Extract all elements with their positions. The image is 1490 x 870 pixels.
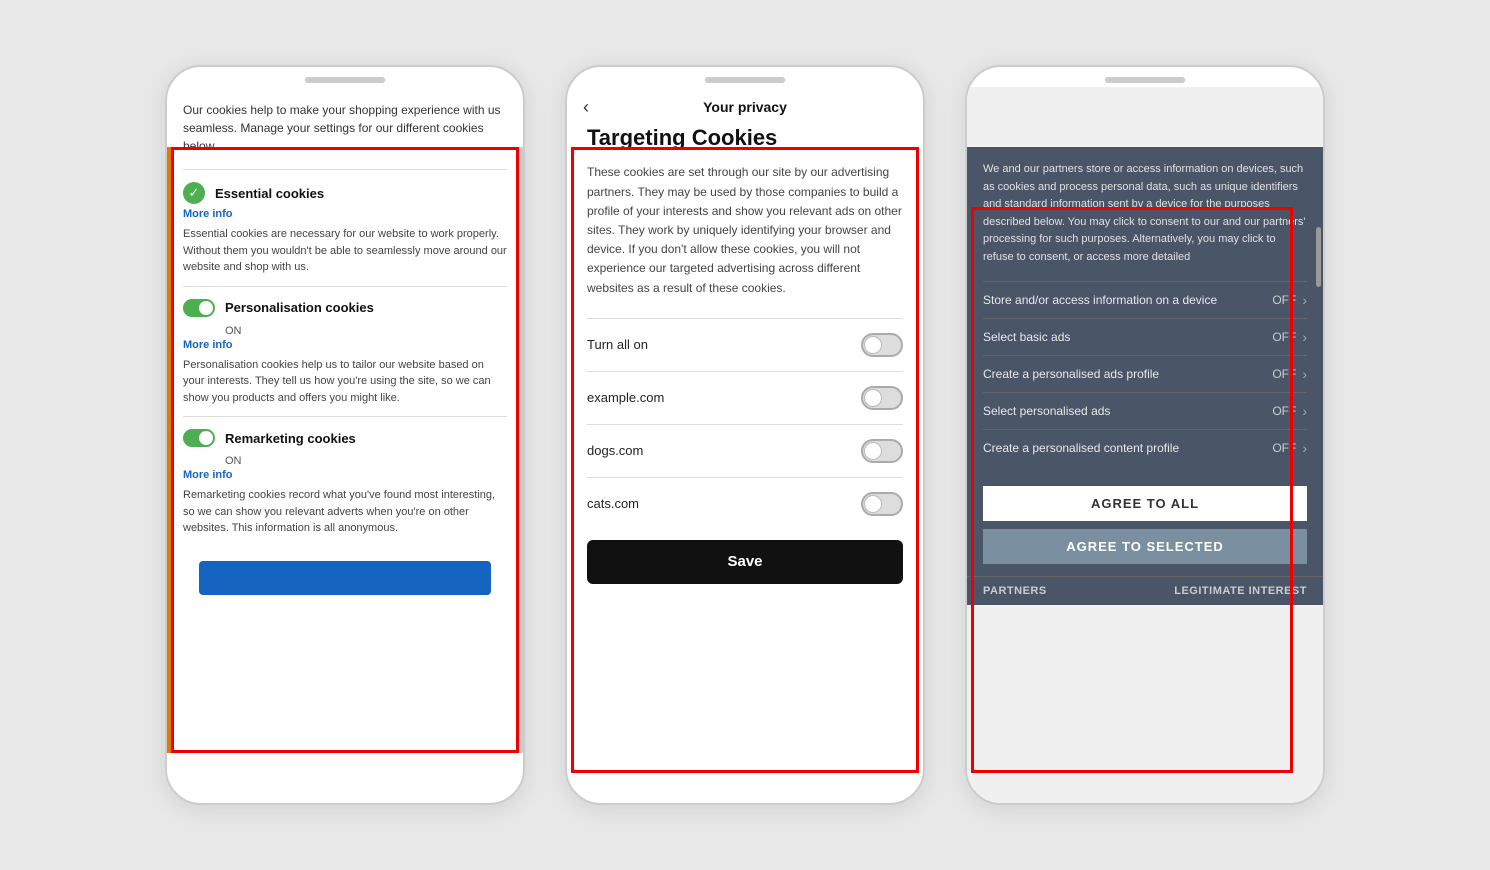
essential-more-info[interactable]: More info [183,208,507,220]
toggle-row-2: dogs.com [587,424,903,477]
pref-value-3: OFF [1272,404,1296,418]
remarketing-more-info[interactable]: More info [183,469,507,481]
phone-2-content: ‹ Your privacy Targeting Cookies These c… [567,87,923,803]
toggle-row-0: Turn all on [587,318,903,371]
personalisation-on-label: ON [225,325,242,337]
pref-row-4[interactable]: Create a personalised content profile OF… [983,429,1307,466]
phone-2-nav: ‹ Your privacy [567,87,923,121]
pref-value-4: OFF [1272,441,1296,455]
footer-partners[interactable]: PARTNERS [983,585,1047,597]
scrollbar-thumb [1316,227,1321,287]
pref-right-3: OFF › [1272,403,1307,419]
pref-right-1: OFF › [1272,329,1307,345]
pref-chevron-3: › [1302,403,1307,419]
pref-chevron-4: › [1302,440,1307,456]
targeting-title: Targeting Cookies [587,125,903,151]
pref-value-1: OFF [1272,330,1296,344]
remarketing-toggle[interactable] [183,429,215,447]
phone-2: ‹ Your privacy Targeting Cookies These c… [565,65,925,805]
phone-3-dark-panel: We and our partners store or access info… [967,147,1323,476]
remarketing-title: Remarketing cookies [225,431,356,446]
phone-1-intro: Our cookies help to make your shopping e… [183,101,507,155]
phone-2-nav-title: Your privacy [703,99,787,115]
dogs-com-label: dogs.com [587,443,643,458]
personalisation-toggle[interactable] [183,299,215,317]
pref-value-0: OFF [1272,293,1296,307]
phone-1-wrapper: Our cookies help to make your shopping e… [165,65,525,805]
phone-2-notch [705,77,785,83]
agree-all-button[interactable]: AGREE TO ALL [983,486,1307,521]
personalisation-section: Personalisation cookies ON More info Per… [183,286,507,417]
cats-com-toggle[interactable] [861,492,903,516]
phone-1-body: Our cookies help to make your shopping e… [167,87,523,611]
personalisation-more-info[interactable]: More info [183,339,507,351]
cats-com-label: cats.com [587,496,639,511]
targeting-desc: These cookies are set through our site b… [587,163,903,297]
phone-2-wrapper: ‹ Your privacy Targeting Cookies These c… [565,65,925,805]
pref-right-2: OFF › [1272,366,1307,382]
phone-3-notch [1105,77,1185,83]
phone-3-top-space [967,87,1323,147]
pref-label-1: Select basic ads [983,330,1272,344]
turn-all-on-toggle[interactable] [861,333,903,357]
personalisation-header: Personalisation cookies [183,299,507,317]
phone-1-content: Our cookies help to make your shopping e… [167,87,523,803]
essential-check-icon: ✓ [183,182,205,204]
remarketing-on-label: ON [225,455,242,467]
essential-desc: Essential cookies are necessary for our … [183,226,507,276]
example-com-toggle[interactable] [861,386,903,410]
pref-row-1[interactable]: Select basic ads OFF › [983,318,1307,355]
pref-row-2[interactable]: Create a personalised ads profile OFF › [983,355,1307,392]
dogs-com-toggle[interactable] [861,439,903,463]
agree-selected-button[interactable]: AGREE TO SELECTED [983,529,1307,564]
remarketing-section: Remarketing cookies ON More info Remarke… [183,416,507,547]
pref-label-2: Create a personalised ads profile [983,367,1272,381]
example-com-label: example.com [587,390,664,405]
back-button[interactable]: ‹ [583,97,589,118]
phone-2-body: Targeting Cookies These cookies are set … [567,121,923,803]
pref-row-0[interactable]: Store and/or access information on a dev… [983,281,1307,318]
phone-1-bottom-button[interactable] [199,561,491,595]
footer-legitimate-interest[interactable]: LEGITIMATE INTEREST [1174,585,1307,597]
pref-right-0: OFF › [1272,292,1307,308]
phone-1: Our cookies help to make your shopping e… [165,65,525,805]
turn-all-on-label: Turn all on [587,337,648,352]
toggle-row-1: example.com [587,371,903,424]
phone-1-notch [305,77,385,83]
pref-chevron-1: › [1302,329,1307,345]
phone-3-buttons: AGREE TO ALL AGREE TO SELECTED [967,476,1323,576]
phone-3-wrapper: We and our partners store or access info… [965,65,1325,805]
pref-right-4: OFF › [1272,440,1307,456]
remarketing-header: Remarketing cookies [183,429,507,447]
personalisation-title: Personalisation cookies [225,300,374,315]
pref-label-3: Select personalised ads [983,404,1272,418]
essential-section: ✓ Essential cookies More info Essential … [183,169,507,286]
phone-3-footer: PARTNERS LEGITIMATE INTEREST [967,576,1323,605]
phone-3-content: We and our partners store or access info… [967,87,1323,803]
essential-header: ✓ Essential cookies [183,182,507,204]
remarketing-desc: Remarketing cookies record what you've f… [183,487,507,537]
pref-label-4: Create a personalised content profile [983,441,1272,455]
pref-value-2: OFF [1272,367,1296,381]
phone-3: We and our partners store or access info… [965,65,1325,805]
pref-chevron-0: › [1302,292,1307,308]
pref-row-3[interactable]: Select personalised ads OFF › [983,392,1307,429]
save-button[interactable]: Save [587,540,903,584]
toggle-row-3: cats.com [587,477,903,530]
pref-chevron-2: › [1302,366,1307,382]
essential-title: Essential cookies [215,186,324,201]
phone-3-intro-text: We and our partners store or access info… [983,161,1307,267]
pref-label-0: Store and/or access information on a dev… [983,293,1272,307]
personalisation-desc: Personalisation cookies help us to tailo… [183,357,507,407]
